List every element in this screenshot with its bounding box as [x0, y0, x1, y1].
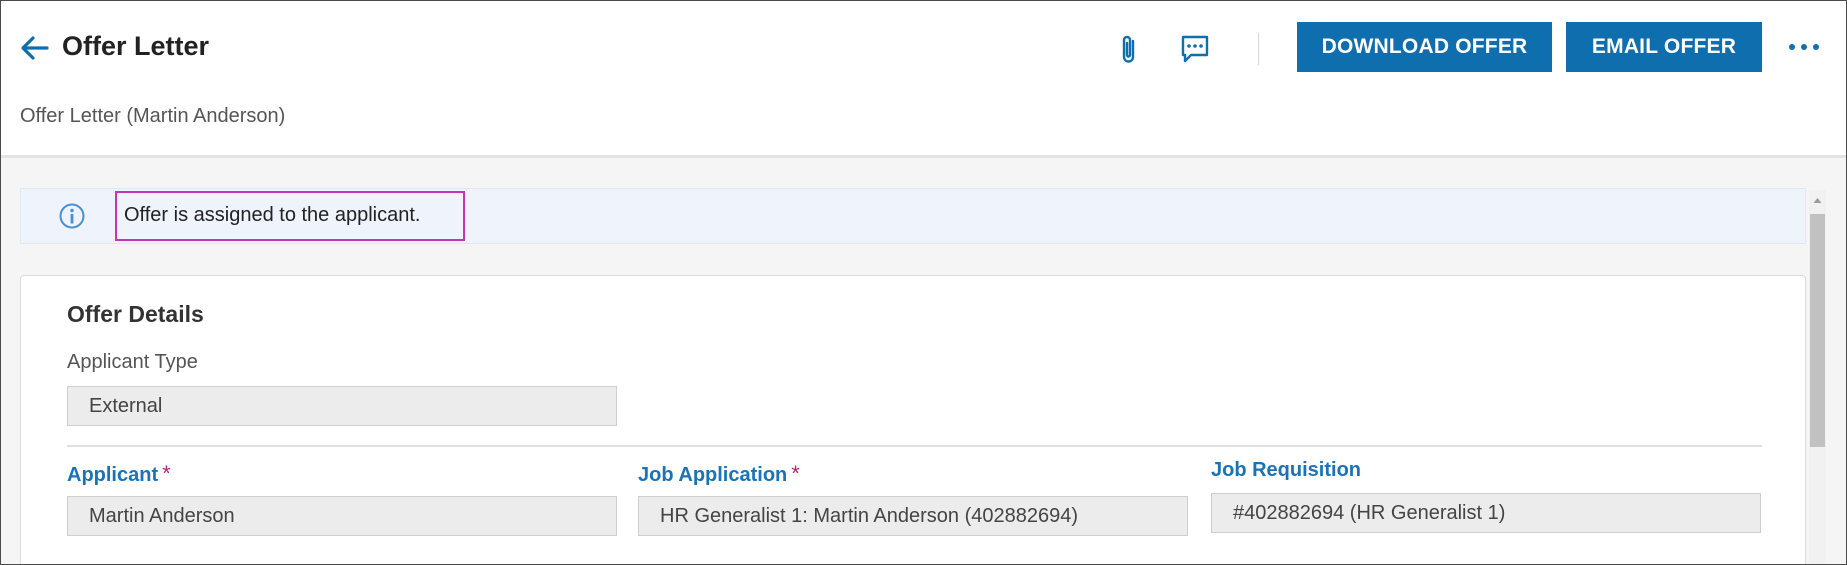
- comment-button[interactable]: [1177, 31, 1213, 67]
- applicant-type-label: Applicant Type: [67, 351, 198, 373]
- applicant-label-text: Applicant: [67, 464, 159, 486]
- info-icon: [59, 203, 85, 229]
- page-subtitle: Offer Letter (Martin Anderson): [20, 105, 286, 127]
- paperclip-icon: [1122, 35, 1135, 63]
- banner-message: Offer is assigned to the applicant.: [124, 204, 421, 226]
- section-divider: [67, 445, 1762, 447]
- offer-details-card: Offer Details Applicant Type External Ap…: [20, 275, 1806, 564]
- comment-icon: [1181, 35, 1209, 63]
- page-header: Offer Letter Offer Letter (Martin Anders…: [1, 1, 1846, 158]
- info-banner: Offer is assigned to the applicant.: [20, 188, 1806, 244]
- job-requisition-field: #402882694 (HR Generalist 1): [1211, 493, 1761, 533]
- download-offer-button[interactable]: DOWNLOAD OFFER: [1297, 22, 1552, 72]
- content-area: Offer is assigned to the applicant. Offe…: [1, 158, 1846, 564]
- required-marker: *: [791, 461, 800, 486]
- applicant-field: Martin Anderson: [67, 496, 617, 536]
- job-application-field: HR Generalist 1: Martin Anderson (402882…: [638, 496, 1188, 536]
- back-button[interactable]: [19, 33, 51, 63]
- attachment-button[interactable]: [1112, 31, 1148, 67]
- email-offer-button[interactable]: EMAIL OFFER: [1566, 22, 1762, 72]
- job-application-label-text: Job Application: [638, 464, 788, 486]
- more-horizontal-icon: [1789, 44, 1819, 50]
- applicant-label: Applicant *: [67, 461, 171, 487]
- job-application-label: Job Application *: [638, 461, 800, 487]
- caret-up-icon: [1813, 198, 1822, 203]
- scroll-up-button[interactable]: [1809, 190, 1826, 210]
- arrow-left-icon: [21, 36, 49, 60]
- section-title: Offer Details: [67, 301, 204, 327]
- job-requisition-label: Job Requisition: [1211, 459, 1361, 481]
- more-options-button[interactable]: [1787, 35, 1821, 59]
- applicant-type-field: External: [67, 386, 617, 426]
- offer-letter-window: Offer Letter Offer Letter (Martin Anders…: [0, 0, 1847, 565]
- scrollbar-thumb[interactable]: [1810, 214, 1825, 447]
- page-title: Offer Letter: [62, 31, 210, 61]
- required-marker: *: [162, 461, 171, 486]
- toolbar-divider: [1258, 33, 1259, 65]
